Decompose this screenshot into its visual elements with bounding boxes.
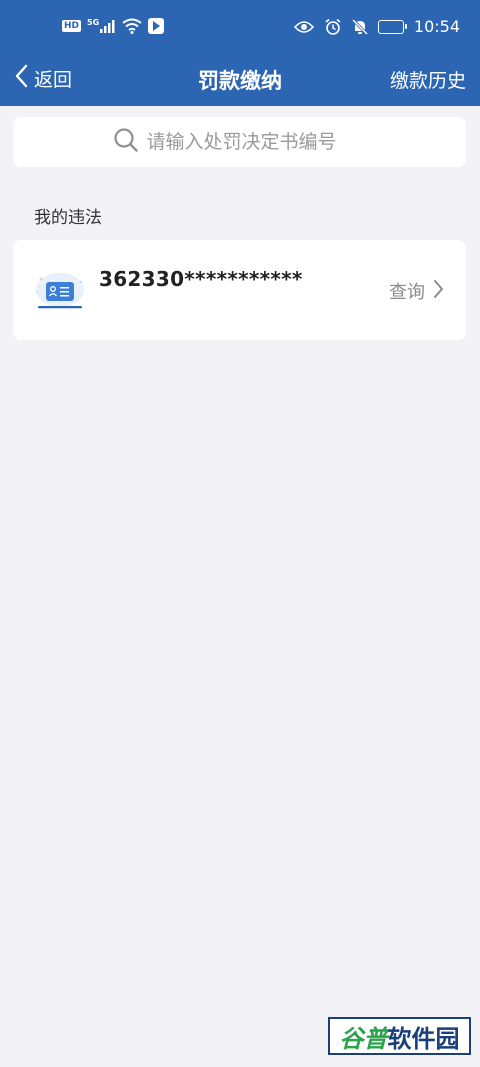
bell-muted-icon (351, 18, 368, 36)
id-number: 362330*********** (99, 267, 303, 291)
chevron-right-icon (433, 279, 444, 304)
search-inner (113, 127, 367, 157)
status-time: 10:54 (413, 17, 460, 36)
watermark-logo: 谷普 软件园 (328, 1017, 471, 1055)
id-card-icon (33, 270, 87, 316)
alarm-icon (324, 18, 342, 36)
search-icon (113, 127, 139, 157)
eye-icon (293, 20, 314, 34)
watermark-part1: 谷普 (339, 1024, 388, 1053)
hd-icon: HD (62, 20, 82, 32)
app-notification-icon (148, 18, 165, 34)
wifi-icon (122, 18, 142, 34)
status-bar-right: 88 10:54 (293, 17, 460, 36)
my-violations-heading: 我的违法 (34, 208, 102, 228)
battery-icon: 88 (377, 19, 407, 34)
watermark-part2: 软件园 (387, 1024, 460, 1053)
app-header: HD 5G 88 10:54 返回 罚款缴纳 缴款历史 (0, 0, 480, 106)
query-label: 查询 (389, 282, 425, 303)
violation-card[interactable]: 362330*********** 查询 (13, 240, 466, 340)
signal-5g-icon: 5G (87, 19, 116, 33)
query-button[interactable]: 查询 (389, 278, 444, 304)
battery-nub (404, 23, 407, 29)
status-bar-left: HD 5G (62, 18, 165, 34)
search-bar[interactable] (13, 117, 466, 167)
status-bar: HD 5G 88 10:54 (0, 0, 480, 54)
decision-number-search-input[interactable] (146, 131, 367, 153)
battery-text: 88 (384, 20, 398, 31)
payment-history-button[interactable]: 缴款历史 (390, 66, 466, 93)
nav-bar: 返回 罚款缴纳 缴款历史 (0, 54, 480, 104)
signal-label: 5G (87, 18, 100, 27)
